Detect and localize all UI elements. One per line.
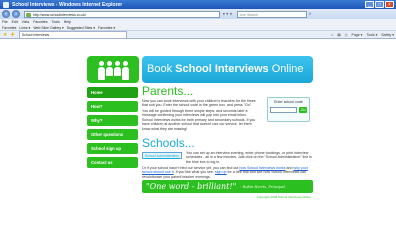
feeds-icon[interactable]: ▤: [337, 33, 340, 37]
address-input[interactable]: http://www.schoolinterviews.co.uk/: [24, 10, 220, 18]
back-button[interactable]: ‹: [2, 10, 10, 18]
minimize-button[interactable]: _: [365, 1, 374, 8]
schools-paragraph-2: Or if your school hasn't tried our servi…: [142, 166, 312, 179]
home-icon[interactable]: ⌂: [331, 33, 333, 37]
copyright-text: Copyright 2008 School Interviews Online: [256, 195, 311, 199]
banner-suffix: Online: [268, 63, 304, 75]
parents-paragraph-1: Now you can book interviews with your ch…: [142, 99, 256, 108]
links-web-slice[interactable]: Web Slice Gallery ▾: [33, 26, 63, 30]
address-toolbar: ‹ › http://www.schoolinterviews.co.uk/ ▾…: [0, 9, 396, 19]
go-button[interactable]: Go: [299, 107, 307, 113]
school-code-box: Enter school code Go: [267, 97, 310, 122]
school-code-input[interactable]: [270, 107, 298, 113]
schools-paragraph-1: You can set up an interview evening, ent…: [186, 151, 312, 164]
nav-why[interactable]: Why?: [87, 115, 138, 126]
search-icon[interactable]: ⌕: [309, 11, 312, 17]
links-links[interactable]: Links ▾: [19, 26, 30, 30]
school-code-label: Enter school code: [274, 100, 303, 104]
forward-button[interactable]: ›: [12, 10, 20, 18]
page-viewport: Book School Interviews Online Home How? …: [0, 39, 396, 241]
menu-tools[interactable]: Tools: [52, 20, 60, 24]
site-banner: Book School Interviews Online: [142, 56, 313, 83]
ie-logo-icon: [3, 1, 9, 8]
safety-menu[interactable]: Safety ▾: [381, 33, 394, 37]
window-titlebar: School Interviews - Windows Internet Exp…: [0, 0, 396, 9]
school-administration-button[interactable]: School Administration: [142, 152, 182, 159]
testimonial-quote: "One word - brilliant!": [146, 182, 237, 191]
family-figures-icon: [97, 61, 129, 80]
search-input[interactable]: Live Search: [236, 10, 307, 18]
menu-edit[interactable]: Edit: [12, 20, 18, 24]
close-button[interactable]: ×: [385, 1, 394, 8]
schools-heading: Schools...: [142, 136, 195, 150]
parents-paragraph-2: You will be guided through three simple …: [142, 108, 248, 117]
nav-school-sign-up[interactable]: School sign up: [87, 143, 138, 154]
page-menu[interactable]: Page ▾: [352, 33, 363, 37]
command-bar: ⌂ ▤ ⎙ Page ▾ Tools ▾ Safety ▾: [327, 31, 394, 39]
sign-up-link[interactable]: sign up: [215, 170, 227, 174]
menu-file[interactable]: File: [2, 20, 8, 24]
testimonial-author: - Robin Harris, Principal: [240, 184, 285, 189]
tab-school-interviews[interactable]: School Interviews: [18, 31, 127, 38]
site-favicon-icon: [26, 12, 31, 17]
nav-contact-us[interactable]: Contact us: [87, 157, 138, 168]
links-suggested[interactable]: Suggested Sites ▾: [67, 26, 95, 30]
banner-prefix: Book: [147, 63, 176, 75]
parents-paragraph-3: School Interviews works for both primary…: [142, 118, 256, 131]
favorites-star-icon[interactable]: ★: [3, 32, 7, 38]
menu-view[interactable]: View: [22, 20, 30, 24]
nav-other-questions[interactable]: Other questions: [87, 129, 138, 140]
tools-menu[interactable]: Tools ▾: [366, 33, 377, 37]
links-favorites-2[interactable]: Favorites ▾: [98, 26, 115, 30]
banner-bold: School Interviews: [175, 63, 269, 75]
nav-how[interactable]: How?: [87, 101, 138, 112]
address-actions[interactable]: ▾ ✦ ✕: [223, 12, 233, 16]
site-logo[interactable]: [87, 56, 139, 83]
tab-bar: ★ ✚ School Interviews ⌂ ▤ ⎙ Page ▾ Tools…: [0, 31, 396, 39]
side-navigation: Home How? Why? Other questions School si…: [87, 87, 138, 171]
window-title: School Interviews - Windows Internet Exp…: [12, 1, 123, 8]
maximize-button[interactable]: □: [375, 1, 384, 8]
nav-home[interactable]: Home: [87, 87, 138, 98]
menu-help[interactable]: Help: [64, 20, 71, 24]
address-url: http://www.schoolinterviews.co.uk/: [33, 12, 87, 17]
print-icon[interactable]: ⎙: [345, 33, 348, 37]
links-favorites[interactable]: Favorites: [2, 26, 16, 30]
testimonial-bar: "One word - brilliant!" - Robin Harris, …: [142, 180, 313, 193]
main-content: Parents... Now you can book interviews w…: [142, 85, 313, 199]
menu-favorites[interactable]: Favorites: [33, 20, 47, 24]
add-favorites-icon[interactable]: ✚: [10, 32, 14, 38]
